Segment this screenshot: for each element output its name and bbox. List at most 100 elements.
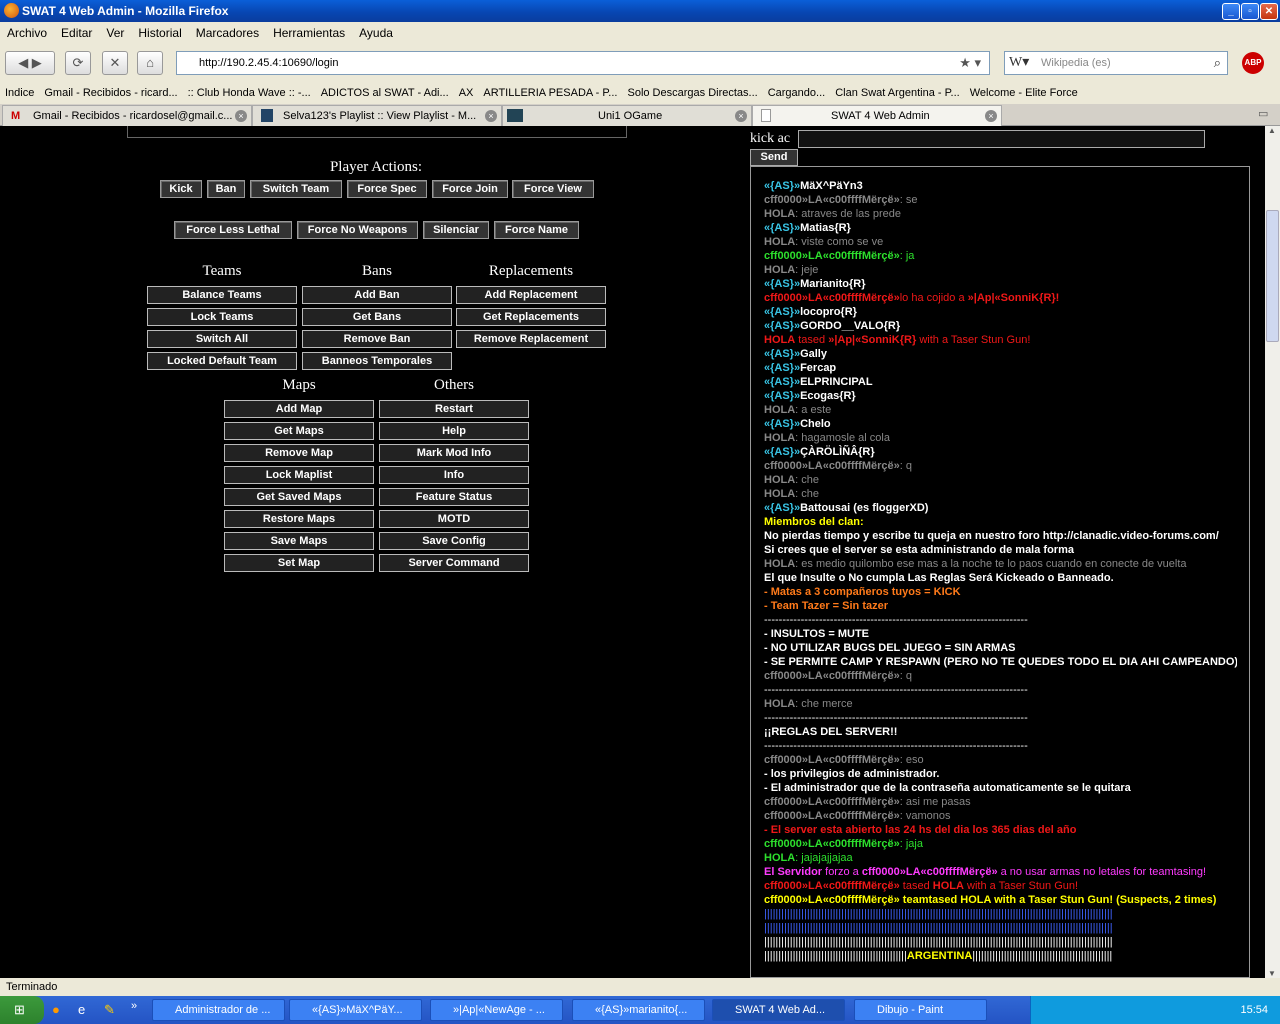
bookmark-item[interactable]: Indice	[0, 87, 39, 99]
force-no-weapons-button[interactable]: Force No Weapons	[297, 221, 418, 239]
bookmark-item[interactable]: :: Club Honda Wave :: -...	[183, 87, 316, 99]
get-saved-maps-button[interactable]: Get Saved Maps	[224, 488, 374, 506]
close-tab-icon[interactable]: ×	[985, 110, 997, 122]
bookmark-item[interactable]: Solo Descargas Directas...	[622, 87, 762, 99]
tab-swat-admin[interactable]: SWAT 4 Web Admin ×	[752, 105, 1002, 126]
restore-maps-button[interactable]: Restore Maps	[224, 510, 374, 528]
taskbar-item[interactable]: SWAT 4 Web Ad...	[712, 999, 845, 1021]
lock-maplist-button[interactable]: Lock Maplist	[224, 466, 374, 484]
scroll-down-icon[interactable]: ▼	[1268, 969, 1276, 978]
maximize-button[interactable]: ▫	[1241, 3, 1259, 20]
chat-line: «{AS}»GORDO__VALO{R}	[764, 319, 1237, 333]
chat-segment: cff0000»LA«c00ffffMërçë»	[764, 796, 900, 808]
menu-ver[interactable]: Ver	[99, 26, 131, 40]
force-spec-button[interactable]: Force Spec	[347, 180, 427, 198]
back-forward-button[interactable]: ◀ ▶	[5, 51, 55, 75]
remove-replacement-button[interactable]: Remove Replacement	[456, 330, 606, 348]
chat-segment: HOLA	[764, 334, 796, 346]
locked-default-team-button[interactable]: Locked Default Team	[147, 352, 297, 370]
minimize-button[interactable]: _	[1222, 3, 1240, 20]
silenciar-button[interactable]: Silenciar	[423, 221, 489, 239]
tab-list-icon[interactable]: ▭	[1258, 107, 1268, 120]
scrollbar-thumb[interactable]	[1266, 210, 1279, 342]
add-ban-button[interactable]: Add Ban	[302, 286, 452, 304]
chat-segment: - El administrador que de la contraseña …	[764, 782, 1131, 794]
save-maps-button[interactable]: Save Maps	[224, 532, 374, 550]
banneos-temporales-button[interactable]: Banneos Temporales	[302, 352, 452, 370]
firefox-quicklaunch-icon[interactable]: ●	[52, 1002, 60, 1017]
force-join-button[interactable]: Force Join	[432, 180, 508, 198]
more-quicklaunch-icon[interactable]: »	[131, 1000, 137, 1012]
info-button[interactable]: Info	[379, 466, 529, 484]
remove-ban-button[interactable]: Remove Ban	[302, 330, 452, 348]
bookmark-item[interactable]: AX	[454, 87, 479, 99]
stop-icon[interactable]: ✕	[102, 51, 128, 75]
close-tab-icon[interactable]: ×	[235, 110, 247, 122]
switch-team-button[interactable]: Switch Team	[250, 180, 342, 198]
bookmark-item[interactable]: Clan Swat Argentina - P...	[830, 87, 965, 99]
chat-segment: cff0000»LA«c00ffffMërçë»	[764, 810, 900, 822]
set-map-button[interactable]: Set Map	[224, 554, 374, 572]
taskbar-item[interactable]: Dibujo - Paint	[854, 999, 987, 1021]
bookmark-item[interactable]: ARTILLERIA PESADA - P...	[478, 87, 622, 99]
force-name-button[interactable]: Force Name	[494, 221, 579, 239]
scroll-up-icon[interactable]: ▲	[1268, 126, 1276, 135]
feature-status-button[interactable]: Feature Status	[379, 488, 529, 506]
save-config-button[interactable]: Save Config	[379, 532, 529, 550]
taskbar-item[interactable]: «{AS}»MäX^PäY...	[289, 999, 422, 1021]
reload-icon[interactable]: ⟳	[65, 51, 91, 75]
menu-marcadores[interactable]: Marcadores	[189, 26, 266, 40]
url-bar[interactable]: http://190.2.45.4:10690/login ★ ▾	[176, 51, 990, 75]
menu-archivo[interactable]: Archivo	[0, 26, 54, 40]
balance-teams-button[interactable]: Balance Teams	[147, 286, 297, 304]
restart-button[interactable]: Restart	[379, 400, 529, 418]
ie-quicklaunch-icon[interactable]: e	[78, 1002, 85, 1017]
get-maps-button[interactable]: Get Maps	[224, 422, 374, 440]
add-replacement-button[interactable]: Add Replacement	[456, 286, 606, 304]
chat-line: «{AS}»Ecogas{R}	[764, 389, 1237, 403]
get-replacements-button[interactable]: Get Replacements	[456, 308, 606, 326]
ban-button[interactable]: Ban	[207, 180, 245, 198]
motd-button[interactable]: MOTD	[379, 510, 529, 528]
add-map-button[interactable]: Add Map	[224, 400, 374, 418]
menu-herramientas[interactable]: Herramientas	[266, 26, 352, 40]
bookmark-item[interactable]: Welcome - Elite Force	[965, 87, 1083, 99]
taskbar-item[interactable]: »|Ap|«NewAge - ...	[430, 999, 563, 1021]
chat-segment: ||||||||||||||||||||||||||||||||||||||||…	[764, 922, 1113, 934]
chat-segment: HOLA	[764, 558, 796, 570]
kick-button[interactable]: Kick	[160, 180, 202, 198]
start-button[interactable]: ⊞	[0, 996, 44, 1024]
search-input[interactable]: W▾ Wikipedia (es) ⌕	[1004, 51, 1228, 75]
tab-playlist[interactable]: Selva123's Playlist :: View Playlist - M…	[252, 105, 502, 126]
force-less-lethal-button[interactable]: Force Less Lethal	[174, 221, 292, 239]
menu-ayuda[interactable]: Ayuda	[352, 26, 400, 40]
firefox-icon	[4, 3, 19, 18]
get-bans-button[interactable]: Get Bans	[302, 308, 452, 326]
taskbar-item[interactable]: «{AS}»marianito{...	[572, 999, 705, 1021]
msn-quicklaunch-icon[interactable]: ✎	[104, 1002, 115, 1018]
tab-ogame[interactable]: Uni1 OGame ×	[502, 105, 752, 126]
search-icon[interactable]: ⌕	[1214, 52, 1221, 74]
remove-map-button[interactable]: Remove Map	[224, 444, 374, 462]
lock-teams-button[interactable]: Lock Teams	[147, 308, 297, 326]
help-button[interactable]: Help	[379, 422, 529, 440]
close-tab-icon[interactable]: ×	[485, 110, 497, 122]
home-icon[interactable]: ⌂	[137, 51, 163, 75]
menu-editar[interactable]: Editar	[54, 26, 99, 40]
bookmark-star-icon[interactable]: ★ ▾	[959, 52, 981, 74]
close-tab-icon[interactable]: ×	[735, 110, 747, 122]
bookmark-item[interactable]: Cargando...	[763, 87, 830, 99]
bookmark-item[interactable]: Gmail - Recibidos - ricard...	[39, 87, 182, 99]
close-button[interactable]: ✕	[1260, 3, 1278, 20]
mark-mod-info-button[interactable]: Mark Mod Info	[379, 444, 529, 462]
adblock-icon[interactable]: ABP	[1242, 52, 1264, 74]
switch-all-button[interactable]: Switch All	[147, 330, 297, 348]
force-view-button[interactable]: Force View	[512, 180, 594, 198]
send-button[interactable]: Send	[750, 149, 798, 166]
server-command-button[interactable]: Server Command	[379, 554, 529, 572]
bookmark-item[interactable]: ADICTOS al SWAT - Adi...	[316, 87, 454, 99]
chat-input[interactable]	[798, 130, 1205, 148]
menu-historial[interactable]: Historial	[131, 26, 188, 40]
taskbar-item[interactable]: Administrador de ...	[152, 999, 285, 1021]
tab-gmail[interactable]: M Gmail - Recibidos - ricardosel@gmail.c…	[2, 105, 252, 126]
